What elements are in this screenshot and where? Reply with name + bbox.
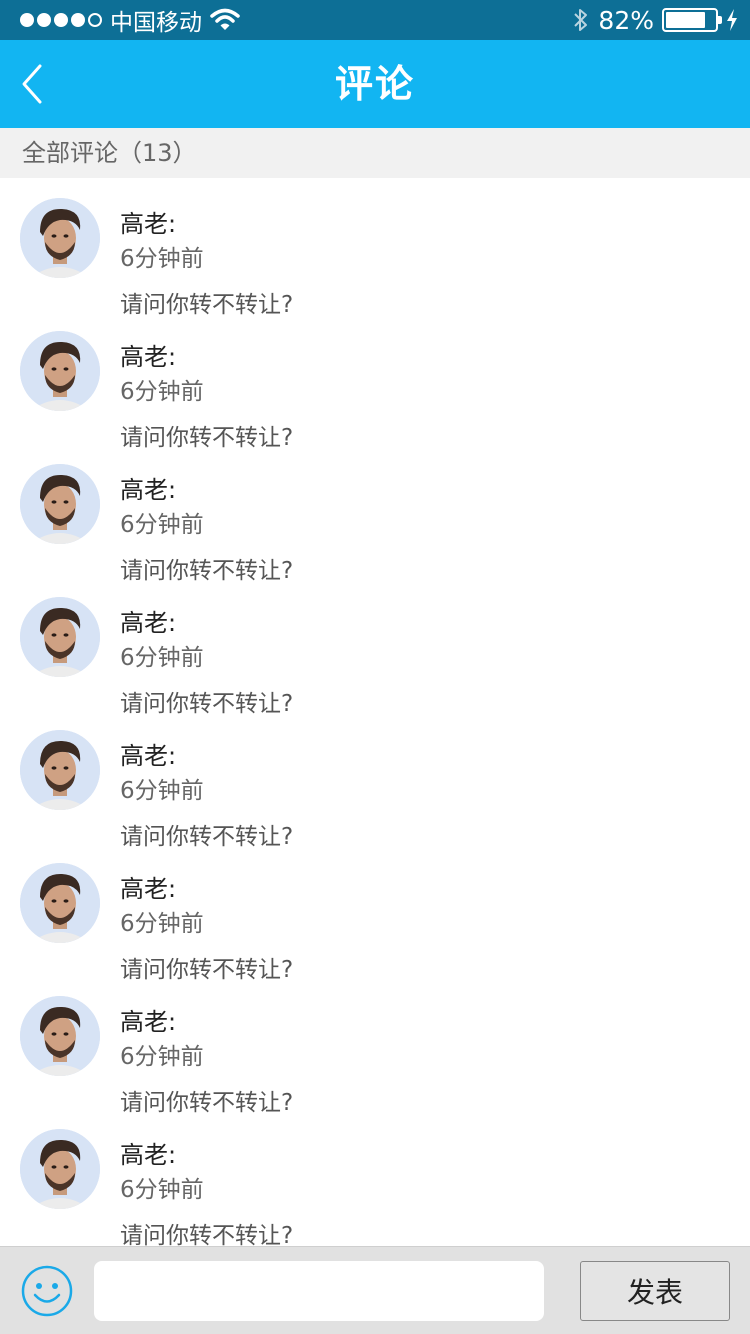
- charging-icon: [726, 9, 738, 31]
- comment-item: 高老: 6分钟前 请问你转不转让?: [0, 178, 750, 318]
- avatar[interactable]: [20, 996, 100, 1076]
- all-comments-header: 全部评论（13）: [0, 128, 750, 178]
- commenter-name: 高老:: [120, 476, 177, 504]
- commenter-name: 高老:: [120, 875, 177, 903]
- comment-time: 6分钟前: [120, 645, 204, 671]
- chevron-left-icon[interactable]: [14, 60, 54, 108]
- commenter-name: 高老:: [120, 343, 177, 371]
- comment-item: 高老: 6分钟前 请问你转不转让?: [0, 1109, 750, 1246]
- avatar[interactable]: [20, 730, 100, 810]
- battery-level-fill: [666, 12, 706, 28]
- carrier-name: 中国移动: [110, 10, 202, 36]
- comment-text: 请问你转不转让?: [120, 1223, 294, 1246]
- comment-item: 高老: 6分钟前 请问你转不转让?: [0, 577, 750, 717]
- comment-time: 6分钟前: [120, 1044, 204, 1070]
- page-title: 评论: [334, 62, 415, 106]
- commenter-name: 高老:: [120, 1008, 177, 1036]
- signal-dots-icon: [20, 13, 102, 27]
- comment-input[interactable]: [94, 1261, 544, 1321]
- comment-time: 6分钟前: [120, 512, 204, 538]
- comment-item: 高老: 6分钟前 请问你转不转让?: [0, 444, 750, 584]
- bluetooth-icon: [572, 7, 590, 33]
- status-bar: 中国移动 82%: [0, 0, 750, 40]
- comment-time: 6分钟前: [120, 246, 204, 272]
- avatar[interactable]: [20, 464, 100, 544]
- comment-input-bar: 发表: [0, 1246, 750, 1334]
- comment-time: 6分钟前: [120, 1177, 204, 1203]
- nav-bar: 评论: [0, 40, 750, 128]
- comment-item: 高老: 6分钟前 请问你转不转让?: [0, 976, 750, 1116]
- comment-item: 高老: 6分钟前 请问你转不转让?: [0, 311, 750, 451]
- status-right: 82%: [572, 6, 738, 35]
- commenter-name: 高老:: [120, 210, 177, 238]
- commenter-name: 高老:: [120, 609, 177, 637]
- comment-time: 6分钟前: [120, 911, 204, 937]
- avatar[interactable]: [20, 331, 100, 411]
- battery-icon: [662, 8, 722, 32]
- comment-item: 高老: 6分钟前 请问你转不转让?: [0, 710, 750, 850]
- avatar[interactable]: [20, 198, 100, 278]
- avatar[interactable]: [20, 863, 100, 943]
- avatar[interactable]: [20, 1129, 100, 1209]
- comment-time: 6分钟前: [120, 379, 204, 405]
- comment-list: 高老: 6分钟前 请问你转不转让? 高老: 6分钟前 请问你转不转让? 高老: …: [0, 178, 750, 1246]
- avatar[interactable]: [20, 597, 100, 677]
- wifi-icon: [210, 8, 240, 32]
- commenter-name: 高老:: [120, 1141, 177, 1169]
- comment-item: 高老: 6分钟前 请问你转不转让?: [0, 843, 750, 983]
- publish-button[interactable]: 发表: [580, 1261, 730, 1321]
- status-left: 中国移动: [20, 3, 240, 37]
- battery-percentage: 82%: [598, 5, 654, 35]
- commenter-name: 高老:: [120, 742, 177, 770]
- comment-time: 6分钟前: [120, 778, 204, 804]
- smiley-icon[interactable]: [20, 1264, 74, 1318]
